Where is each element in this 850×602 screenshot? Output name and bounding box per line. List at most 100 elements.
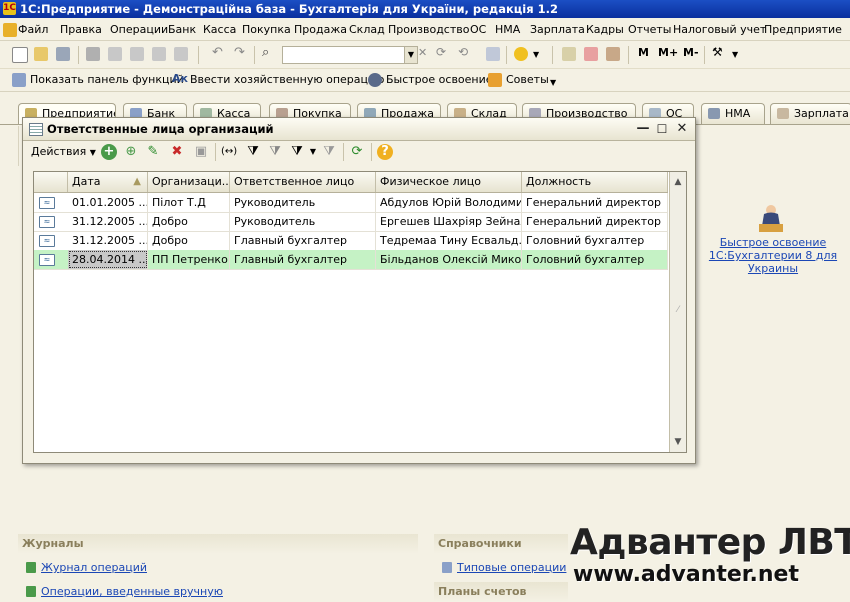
calendar-icon[interactable] xyxy=(584,47,598,61)
copy-row-icon[interactable]: ⊕ xyxy=(123,144,139,160)
tab-intangibles[interactable]: НМА xyxy=(701,103,765,124)
header-individual[interactable]: Физическое лицо xyxy=(376,172,522,192)
menu-production[interactable]: Производство xyxy=(388,23,469,36)
salary-icon xyxy=(777,108,789,119)
info-dropdown-icon[interactable]: ▼ xyxy=(533,50,539,59)
undo-icon[interactable]: ↶ xyxy=(212,45,223,60)
search-input[interactable] xyxy=(282,46,406,64)
filter-list-icon[interactable]: ⧩ xyxy=(289,144,305,160)
actions-menu-button[interactable]: Действия ▼ xyxy=(31,145,96,158)
close-icon[interactable]: ✕ xyxy=(674,121,690,137)
tools-icon[interactable]: ⚒ xyxy=(712,45,723,59)
filter-icon[interactable]: ⧩ xyxy=(245,144,261,160)
quick-start-button[interactable]: Быстрое освоение xyxy=(386,73,493,86)
search-icon[interactable]: ⌕ xyxy=(262,45,269,60)
app-logo-icon: 1C xyxy=(3,2,16,15)
delete-icon[interactable]: ✖ xyxy=(169,144,185,160)
menu-salary[interactable]: Зарплата xyxy=(530,23,585,36)
clear-filter-icon[interactable]: ⧩ xyxy=(321,144,337,160)
menu-intangibles[interactable]: НМА xyxy=(495,23,520,36)
cell-individual: Абдулов Юрій Володимир... xyxy=(376,193,522,212)
quick-start-link[interactable]: Быстрое освоение 1С:Бухгалтерии 8 для Ук… xyxy=(708,236,838,275)
table-row[interactable]: ≈ 31.12.2005 ... Добро Главный бухгалтер… xyxy=(34,231,668,251)
header-position[interactable]: Должность xyxy=(522,172,668,192)
menu-enterprise[interactable]: Предприятие xyxy=(764,23,842,36)
quick-start-person-icon[interactable] xyxy=(756,202,786,234)
windows-icon[interactable] xyxy=(486,47,500,61)
manual-operations-link[interactable]: Операции, введенные вручную xyxy=(26,585,223,598)
scroll-up-icon[interactable]: ▲ xyxy=(670,174,686,190)
tips-button[interactable]: Советы xyxy=(506,73,549,86)
tab-salary[interactable]: Зарплата xyxy=(770,103,850,124)
tools-dropdown-icon[interactable]: ▼ xyxy=(732,50,738,59)
window-title-bar[interactable]: Ответственные лица организаций — ☐ ✕ xyxy=(23,118,695,141)
save-icon[interactable] xyxy=(56,47,70,61)
open-folder-icon[interactable] xyxy=(34,47,48,61)
menu-hr[interactable]: Кадры xyxy=(586,23,624,36)
help-icon[interactable]: ? xyxy=(377,144,393,160)
new-document-icon[interactable] xyxy=(12,47,28,63)
minimize-icon[interactable]: — xyxy=(635,121,651,137)
tips-icon[interactable] xyxy=(488,73,502,87)
header-responsible-person[interactable]: Ответственное лицо xyxy=(230,172,376,192)
users-icon[interactable] xyxy=(606,47,620,61)
edit-icon[interactable]: ✎ xyxy=(145,144,161,160)
menu-bank[interactable]: Банк xyxy=(168,23,196,36)
clear-search-icon[interactable]: ✕ xyxy=(418,46,427,59)
find-next-icon[interactable]: ⟳ xyxy=(436,45,446,59)
copy-icon[interactable] xyxy=(108,47,122,61)
menu-edit[interactable]: Правка xyxy=(60,23,102,36)
responsible-persons-window: Ответственные лица организаций — ☐ ✕ Дей… xyxy=(22,117,696,464)
redo-icon[interactable]: ↷ xyxy=(234,45,245,60)
maximize-icon[interactable]: ☐ xyxy=(654,121,670,137)
menu-tax[interactable]: Налоговый учет xyxy=(673,23,766,36)
menu-cash[interactable]: Касса xyxy=(203,23,236,36)
sort-ascending-icon: ▲ xyxy=(133,176,141,187)
info-icon[interactable] xyxy=(514,47,528,61)
filter-dropdown-icon[interactable]: ▼ xyxy=(305,144,321,160)
window-title-text: Ответственные лица организаций xyxy=(47,122,274,136)
find-prev-icon[interactable]: ⟲ xyxy=(458,45,468,59)
memory-subtract-button[interactable]: M- xyxy=(683,46,699,59)
menu-operations[interactable]: Операции xyxy=(110,23,168,36)
save-row-icon[interactable]: ▣ xyxy=(193,144,209,160)
table-row[interactable]: ≈ 01.01.2005 ... Пілот Т.Д Руководитель … xyxy=(34,193,668,213)
show-function-panel-button[interactable]: Показать панель функций xyxy=(30,73,184,86)
menu-reports[interactable]: Отчеты xyxy=(628,23,671,36)
memory-button[interactable]: M xyxy=(638,46,649,59)
menu-fixed-assets[interactable]: ОС xyxy=(470,23,486,36)
calculator-icon[interactable] xyxy=(562,47,576,61)
tips-dropdown-icon[interactable]: ▼ xyxy=(550,78,556,87)
scroll-grip-icon[interactable]: ⁄ xyxy=(670,302,686,318)
header-date[interactable]: Дата ▲ xyxy=(68,172,148,192)
table-row-selected[interactable]: ≈ 28.04.2014 ... ПП Петренко Главный бух… xyxy=(34,250,668,270)
operation-icon[interactable]: Ак xyxy=(172,72,188,85)
filter-by-value-icon[interactable]: ⧩ xyxy=(267,144,283,160)
refresh-icon[interactable]: ⟳ xyxy=(349,144,365,160)
header-organization[interactable]: Организаци... xyxy=(148,172,230,192)
clipboard-icon[interactable] xyxy=(174,47,188,61)
quick-start-icon[interactable] xyxy=(368,73,382,87)
add-icon[interactable]: + xyxy=(101,144,117,160)
paste-icon[interactable] xyxy=(130,47,144,61)
vertical-scrollbar[interactable]: ▲ ⁄ ▼ xyxy=(669,172,686,452)
journal-operations-link[interactable]: Журнал операций xyxy=(26,561,147,574)
table-row[interactable]: ≈ 31.12.2005 ... Добро Руководитель Ерге… xyxy=(34,212,668,232)
menu-purchase[interactable]: Покупка xyxy=(242,23,291,36)
scroll-down-icon[interactable]: ▼ xyxy=(670,434,686,450)
cell-individual: Більданов Олексій Мико... xyxy=(376,250,522,269)
cut-icon[interactable] xyxy=(86,47,100,61)
memory-add-button[interactable]: M+ xyxy=(658,46,678,59)
menu-sales[interactable]: Продажа xyxy=(294,23,347,36)
charts-section-title: Планы счетов xyxy=(434,582,568,602)
paste-special-icon[interactable] xyxy=(152,47,166,61)
bracket-icon[interactable]: (↔) xyxy=(221,144,237,160)
enter-operation-button[interactable]: Ввести хозяйственную операцию xyxy=(190,73,384,86)
menu-app-icon[interactable] xyxy=(3,23,17,37)
search-dropdown-icon[interactable]: ▼ xyxy=(404,46,418,64)
function-panel-icon[interactable] xyxy=(12,73,26,87)
menu-file[interactable]: Файл xyxy=(18,23,48,36)
menu-warehouse[interactable]: Склад xyxy=(349,23,385,36)
journal-icon xyxy=(26,586,36,597)
typical-operations-link[interactable]: Типовые операции xyxy=(442,561,566,574)
